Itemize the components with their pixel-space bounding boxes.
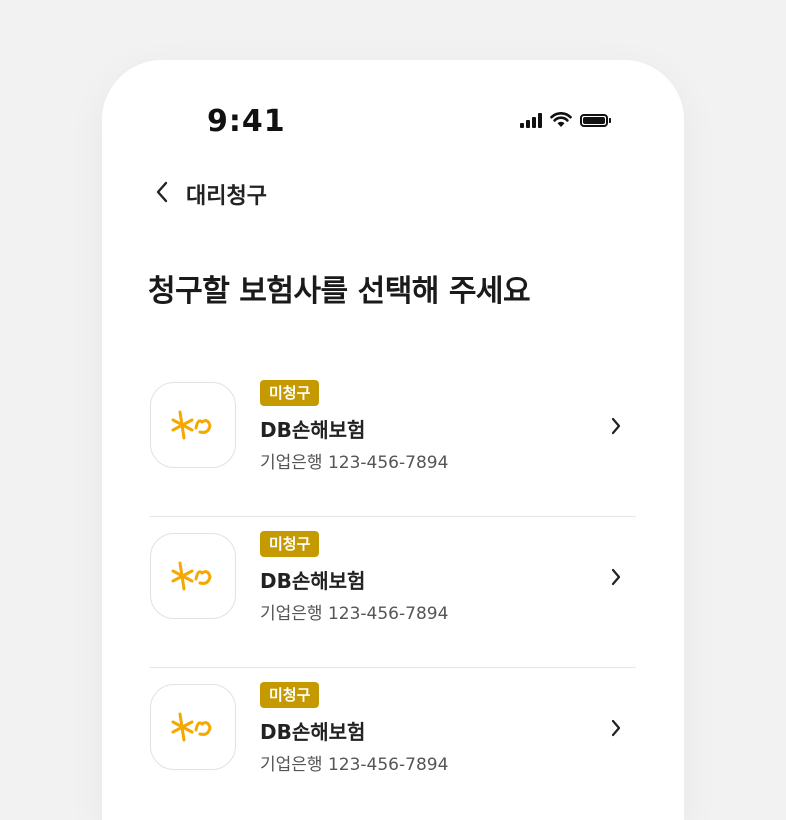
kb-logo-icon	[171, 410, 212, 440]
account-info: 기업은행 123-456-7894	[260, 453, 449, 473]
kb-logo-icon	[171, 712, 212, 742]
insurer-name: DB손해보험	[260, 418, 366, 442]
kb-logo-icon	[171, 561, 212, 591]
status-time: 9:41	[207, 104, 286, 139]
insurer-list-item[interactable]: 미청구 DB손해보험 기업은행 123-456-7894	[150, 517, 636, 668]
phone-frame: 9:41 대리청구 청구할 보험사를 선택해 주세요 미청구 DB손해보험 기업…	[102, 60, 684, 820]
chevron-right-icon	[604, 414, 628, 438]
account-info: 기업은행 123-456-7894	[260, 604, 449, 624]
chevron-right-icon	[604, 716, 628, 740]
chevron-right-icon	[604, 565, 628, 589]
insurer-list: 미청구 DB손해보험 기업은행 123-456-7894 미청구 DB손해보험 …	[150, 366, 636, 818]
wifi-icon	[550, 112, 572, 128]
page-title: 대리청구	[186, 184, 267, 209]
insurer-logo	[150, 533, 236, 619]
back-button[interactable]	[150, 178, 174, 206]
insurer-name: DB손해보험	[260, 569, 366, 593]
account-info: 기업은행 123-456-7894	[260, 755, 449, 775]
insurer-logo	[150, 684, 236, 770]
chevron-left-icon	[156, 181, 168, 203]
insurer-name: DB손해보험	[260, 720, 366, 744]
insurer-logo	[150, 382, 236, 468]
cellular-signal-icon	[520, 112, 542, 128]
status-badge: 미청구	[260, 682, 320, 708]
status-badge: 미청구	[260, 531, 320, 557]
battery-icon	[580, 113, 611, 127]
status-icons	[520, 110, 611, 130]
insurer-list-item[interactable]: 미청구 DB손해보험 기업은행 123-456-7894	[150, 366, 636, 517]
status-badge: 미청구	[260, 380, 320, 406]
insurer-list-item[interactable]: 미청구 DB손해보험 기업은행 123-456-7894	[150, 668, 636, 818]
section-heading: 청구할 보험사를 선택해 주세요	[148, 274, 531, 309]
